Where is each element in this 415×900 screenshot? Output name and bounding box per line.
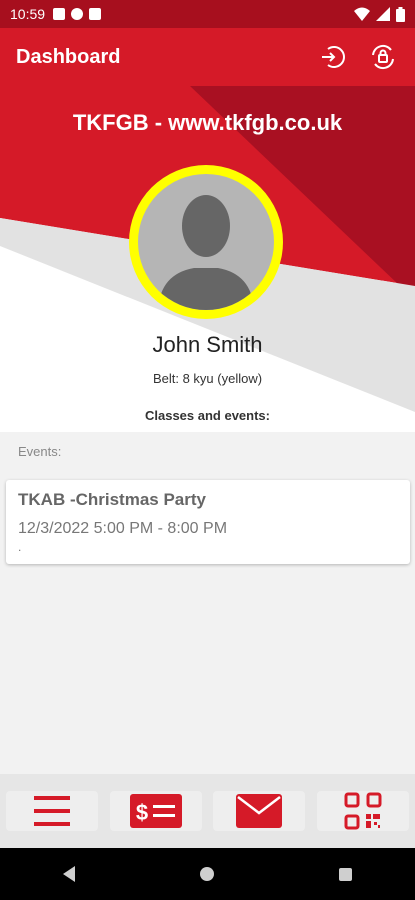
recent-apps-icon[interactable] (339, 867, 353, 881)
tab-messages[interactable] (213, 791, 306, 831)
tab-qr-code[interactable] (317, 791, 410, 831)
menu-icon (33, 796, 70, 826)
tab-menu[interactable] (5, 791, 98, 831)
lock-rotate-icon (372, 44, 394, 70)
belt-rank: Belt: 8 kyu (yellow) (152, 371, 263, 386)
profile-header: TKFGB - www.tkfgb.co.uk John Smith Belt:… (0, 86, 415, 432)
event-time: 12/3/2022 5:00 PM - 8:00 PM (18, 520, 228, 537)
logout-icon (322, 46, 345, 68)
status-bar: 10:59 (0, 0, 415, 28)
lock-rotate-button[interactable] (367, 41, 399, 73)
wifi-icon (354, 7, 370, 21)
notification-icon (53, 8, 66, 20)
user-name: John Smith (152, 332, 263, 357)
qr-code-icon (344, 792, 382, 830)
events-label: Events: (18, 444, 62, 459)
home-icon[interactable] (199, 867, 214, 881)
avatar (129, 165, 283, 319)
classes-label: Classes and events: (144, 408, 270, 423)
notification-icon (71, 8, 84, 20)
sim-icon (89, 8, 102, 20)
payment-icon: $ (129, 794, 182, 828)
logout-button[interactable] (317, 41, 349, 73)
event-note: . (18, 540, 22, 554)
mail-icon (236, 794, 283, 828)
person-icon (158, 195, 254, 310)
event-card[interactable]: TKAB -Christmas Party 12/3/2022 5:00 PM … (6, 480, 410, 564)
svg-text:$: $ (136, 800, 148, 825)
battery-icon (396, 6, 405, 22)
notification-icons (53, 8, 102, 20)
page-title: Dashboard (16, 45, 121, 68)
bottom-tab-bar: $ (0, 774, 415, 848)
app-bar: Dashboard (0, 28, 415, 86)
signal-icon (376, 7, 390, 21)
site-title: TKFGB - www.tkfgb.co.uk (72, 110, 343, 135)
back-icon[interactable] (62, 866, 75, 882)
system-icons (354, 6, 405, 22)
tab-payments[interactable]: $ (109, 791, 202, 831)
event-title: TKAB -Christmas Party (18, 490, 206, 509)
status-time: 10:59 (10, 6, 46, 22)
system-nav-bar (0, 848, 415, 900)
